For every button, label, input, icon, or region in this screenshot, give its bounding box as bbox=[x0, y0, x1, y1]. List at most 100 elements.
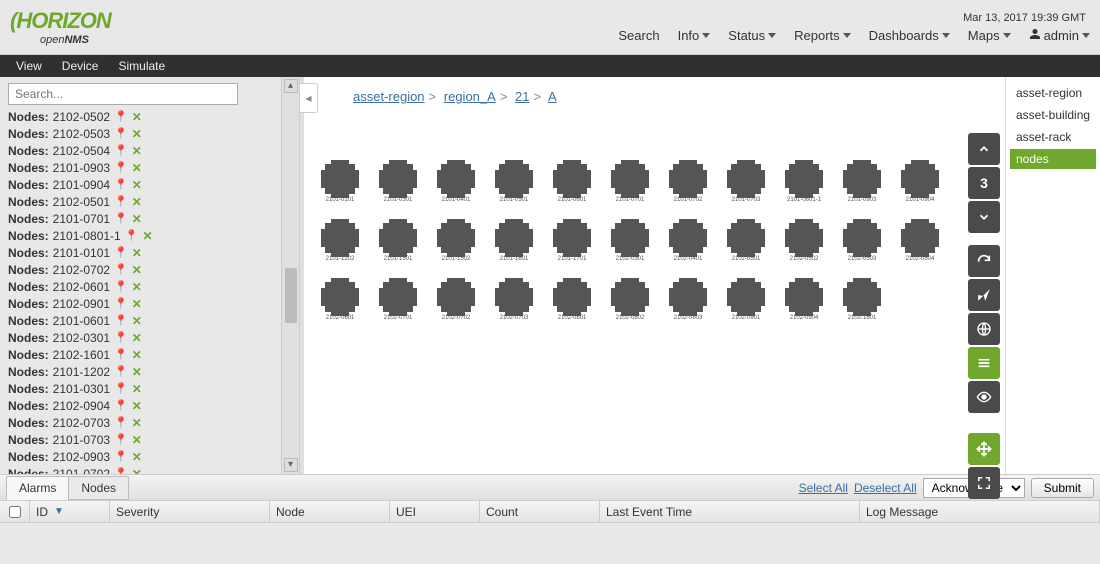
zoom-in-button[interactable] bbox=[968, 133, 1000, 165]
deselect-all-link[interactable]: Deselect All bbox=[854, 481, 917, 495]
node-tile[interactable]: 2101-0701 bbox=[608, 164, 652, 203]
node-tile[interactable]: 2102-0501 bbox=[724, 223, 768, 262]
node-tile[interactable]: 2101-0601 bbox=[550, 164, 594, 203]
node-tile[interactable]: 2101-0301 bbox=[376, 164, 420, 203]
node-tile[interactable]: 2101-1501 bbox=[376, 223, 420, 262]
crumb-a[interactable]: A bbox=[548, 89, 557, 104]
list-item[interactable]: Nodes: 2101-0903 📍✕ bbox=[8, 160, 273, 177]
layer-asset-rack[interactable]: asset-rack bbox=[1010, 127, 1096, 147]
close-icon[interactable]: ✕ bbox=[132, 194, 142, 211]
col-checkbox[interactable] bbox=[0, 501, 30, 522]
node-tile[interactable]: 2102-1601 bbox=[840, 282, 884, 321]
node-tile[interactable]: 2102-0701 bbox=[376, 282, 420, 321]
nav-dashboards[interactable]: Dashboards bbox=[869, 28, 950, 43]
node-tile[interactable]: 2101-1502 bbox=[434, 223, 478, 262]
scrollbar[interactable]: ▴ ▾ bbox=[281, 77, 299, 474]
list-item[interactable]: Nodes: 2102-1601 📍✕ bbox=[8, 347, 273, 364]
node-tile[interactable]: 2101-1601 bbox=[492, 223, 536, 262]
close-icon[interactable]: ✕ bbox=[142, 228, 152, 245]
close-icon[interactable]: ✕ bbox=[132, 279, 142, 296]
node-tile[interactable]: 2102-0601 bbox=[318, 282, 362, 321]
crumb-region[interactable]: asset-region bbox=[353, 89, 425, 104]
crumb-region-a[interactable]: region_A bbox=[444, 89, 496, 104]
node-tile[interactable]: 2101-0903 bbox=[840, 164, 884, 203]
fullscreen-icon[interactable] bbox=[968, 467, 1000, 499]
crumb-21[interactable]: 21 bbox=[515, 89, 529, 104]
search-input[interactable] bbox=[8, 83, 238, 105]
close-icon[interactable]: ✕ bbox=[132, 245, 142, 262]
node-tile[interactable]: 2102-0702 bbox=[434, 282, 478, 321]
close-icon[interactable]: ✕ bbox=[132, 126, 142, 143]
scroll-thumb[interactable] bbox=[285, 268, 297, 323]
menu-view[interactable]: View bbox=[6, 59, 52, 73]
list-item[interactable]: Nodes: 2101-0703 📍✕ bbox=[8, 432, 273, 449]
close-icon[interactable]: ✕ bbox=[132, 160, 142, 177]
list-item[interactable]: Nodes: 2102-0601 📍✕ bbox=[8, 279, 273, 296]
node-tile[interactable]: 2101-0703 bbox=[724, 164, 768, 203]
close-icon[interactable]: ✕ bbox=[132, 347, 142, 364]
list-item[interactable]: Nodes: 2101-0601 📍✕ bbox=[8, 313, 273, 330]
zoom-out-button[interactable] bbox=[968, 201, 1000, 233]
close-icon[interactable]: ✕ bbox=[132, 330, 142, 347]
node-tile[interactable]: 2102-0802 bbox=[608, 282, 652, 321]
list-item[interactable]: Nodes: 2101-1202 📍✕ bbox=[8, 364, 273, 381]
layers-icon[interactable] bbox=[968, 347, 1000, 379]
layer-asset-region[interactable]: asset-region bbox=[1010, 83, 1096, 103]
scroll-down-icon[interactable]: ▾ bbox=[284, 458, 298, 472]
eye-icon[interactable] bbox=[968, 381, 1000, 413]
close-icon[interactable]: ✕ bbox=[132, 364, 142, 381]
close-icon[interactable]: ✕ bbox=[132, 177, 142, 194]
list-item[interactable]: Nodes: 2101-0904 📍✕ bbox=[8, 177, 273, 194]
move-icon[interactable] bbox=[968, 433, 1000, 465]
close-icon[interactable]: ✕ bbox=[132, 398, 142, 415]
close-icon[interactable]: ✕ bbox=[132, 143, 142, 160]
list-item[interactable]: Nodes: 2101-0801-1 📍✕ bbox=[8, 228, 273, 245]
node-tile[interactable]: 2102-0904 bbox=[782, 282, 826, 321]
list-item[interactable]: Nodes: 2102-0901 📍✕ bbox=[8, 296, 273, 313]
close-icon[interactable]: ✕ bbox=[132, 466, 142, 474]
menu-simulate[interactable]: Simulate bbox=[108, 59, 175, 73]
nav-search[interactable]: Search bbox=[618, 28, 659, 43]
list-item[interactable]: Nodes: 2101-0702 📍✕ bbox=[8, 466, 273, 474]
nav-reports[interactable]: Reports bbox=[794, 28, 851, 43]
list-item[interactable]: Nodes: 2102-0703 📍✕ bbox=[8, 415, 273, 432]
list-item[interactable]: Nodes: 2102-0501 📍✕ bbox=[8, 194, 273, 211]
select-all-checkbox[interactable] bbox=[9, 506, 21, 518]
col-log[interactable]: Log Message bbox=[860, 501, 1100, 522]
node-tile[interactable]: 2101-0702 bbox=[666, 164, 710, 203]
node-tile[interactable]: 2101-0501 bbox=[492, 164, 536, 203]
list-item[interactable]: Nodes: 2102-0702 📍✕ bbox=[8, 262, 273, 279]
node-tile[interactable]: 2102-0504 bbox=[898, 223, 942, 262]
refresh-icon[interactable] bbox=[968, 245, 1000, 277]
col-event-time[interactable]: Last Event Time bbox=[600, 501, 860, 522]
close-icon[interactable]: ✕ bbox=[132, 211, 142, 228]
node-tile[interactable]: 2101-0904 bbox=[898, 164, 942, 203]
menu-device[interactable]: Device bbox=[52, 59, 109, 73]
col-id[interactable]: ID ▼ bbox=[30, 501, 110, 522]
list-item[interactable]: Nodes: 2102-0502 📍✕ bbox=[8, 109, 273, 126]
node-tile[interactable]: 2102-0703 bbox=[492, 282, 536, 321]
col-count[interactable]: Count bbox=[480, 501, 600, 522]
node-tile[interactable]: 2102-0301 bbox=[608, 223, 652, 262]
nav-info[interactable]: Info bbox=[678, 28, 711, 43]
close-icon[interactable]: ✕ bbox=[132, 313, 142, 330]
tab-alarms[interactable]: Alarms bbox=[6, 476, 69, 500]
scroll-up-icon[interactable]: ▴ bbox=[284, 79, 298, 93]
select-all-link[interactable]: Select All bbox=[799, 481, 848, 495]
list-item[interactable]: Nodes: 2102-0504 📍✕ bbox=[8, 143, 273, 160]
nav-status[interactable]: Status bbox=[728, 28, 776, 43]
layer-asset-building[interactable]: asset-building bbox=[1010, 105, 1096, 125]
col-uei[interactable]: UEI bbox=[390, 501, 480, 522]
col-severity[interactable]: Severity bbox=[110, 501, 270, 522]
node-tile[interactable]: 2102-0801 bbox=[550, 282, 594, 321]
node-tile[interactable]: 2101-1701 bbox=[550, 223, 594, 262]
node-tile[interactable]: 2102-0503 bbox=[840, 223, 884, 262]
close-icon[interactable]: ✕ bbox=[132, 432, 142, 449]
close-icon[interactable]: ✕ bbox=[132, 109, 142, 126]
node-tile[interactable]: 2101-0801-1 bbox=[782, 164, 826, 203]
nav-maps[interactable]: Maps bbox=[968, 28, 1011, 43]
col-node[interactable]: Node bbox=[270, 501, 390, 522]
close-icon[interactable]: ✕ bbox=[132, 415, 142, 432]
node-tile[interactable]: 2101-0401 bbox=[434, 164, 478, 203]
layer-nodes[interactable]: nodes bbox=[1010, 149, 1096, 169]
